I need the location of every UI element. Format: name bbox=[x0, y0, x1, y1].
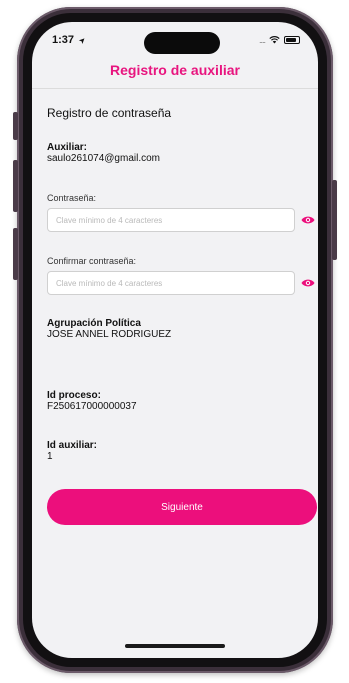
volume-down-button bbox=[13, 228, 18, 280]
auxiliar-id-value: 1 bbox=[47, 451, 53, 462]
battery-icon bbox=[284, 36, 300, 44]
nav-header: Registro de auxiliar bbox=[32, 56, 318, 89]
location-arrow-icon: ➤ bbox=[76, 34, 88, 47]
party-info: Agrupación Política JOSE ANNEL RODRIGUEZ bbox=[47, 318, 171, 340]
confirm-password-label: Confirmar contraseña: bbox=[47, 256, 137, 266]
section-title: Registro de contraseña bbox=[47, 106, 172, 120]
home-indicator bbox=[125, 644, 225, 648]
password-group: Contraseña: bbox=[47, 193, 315, 232]
confirm-password-group: Confirmar contraseña: bbox=[47, 256, 315, 295]
action-button bbox=[13, 112, 18, 140]
process-id-value: F250617000000037 bbox=[47, 401, 137, 412]
next-button[interactable]: Siguiente bbox=[47, 489, 317, 525]
process-info: Id proceso: F250617000000037 bbox=[47, 390, 137, 412]
password-row bbox=[47, 208, 315, 232]
page-canvas: 1:37 ➤ .... Registro de auxiliar Registr… bbox=[0, 0, 349, 683]
phone-screen: 1:37 ➤ .... Registro de auxiliar Registr… bbox=[32, 22, 318, 658]
volume-up-button bbox=[13, 160, 18, 212]
dynamic-island bbox=[144, 32, 220, 54]
password-input[interactable] bbox=[47, 208, 295, 232]
section-header: Registro de contraseña bbox=[47, 106, 171, 120]
process-id-label: Id proceso: bbox=[47, 390, 101, 401]
auxiliar-info: Auxiliar: saulo261074@gmail.com bbox=[47, 142, 160, 164]
confirm-password-row bbox=[47, 271, 315, 295]
eye-icon[interactable] bbox=[301, 278, 315, 288]
status-icons: .... bbox=[259, 35, 300, 45]
party-label: Agrupación Política bbox=[47, 318, 141, 329]
party-value: JOSE ANNEL RODRIGUEZ bbox=[47, 329, 172, 340]
auxiliar-email: saulo261074@gmail.com bbox=[47, 153, 160, 164]
password-label: Contraseña: bbox=[47, 193, 97, 203]
auxiliar-label: Auxiliar: bbox=[47, 142, 88, 153]
auxiliar-id-info: Id auxiliar: 1 bbox=[47, 440, 97, 462]
status-time: 1:37 ➤ bbox=[52, 34, 88, 47]
eye-icon[interactable] bbox=[301, 215, 315, 225]
page-title: Registro de auxiliar bbox=[110, 62, 240, 78]
power-button bbox=[332, 180, 337, 260]
auxiliar-id-label: Id auxiliar: bbox=[47, 440, 98, 451]
wifi-icon bbox=[269, 36, 280, 44]
signal-icon: .... bbox=[258, 35, 266, 45]
confirm-password-input[interactable] bbox=[47, 271, 295, 295]
